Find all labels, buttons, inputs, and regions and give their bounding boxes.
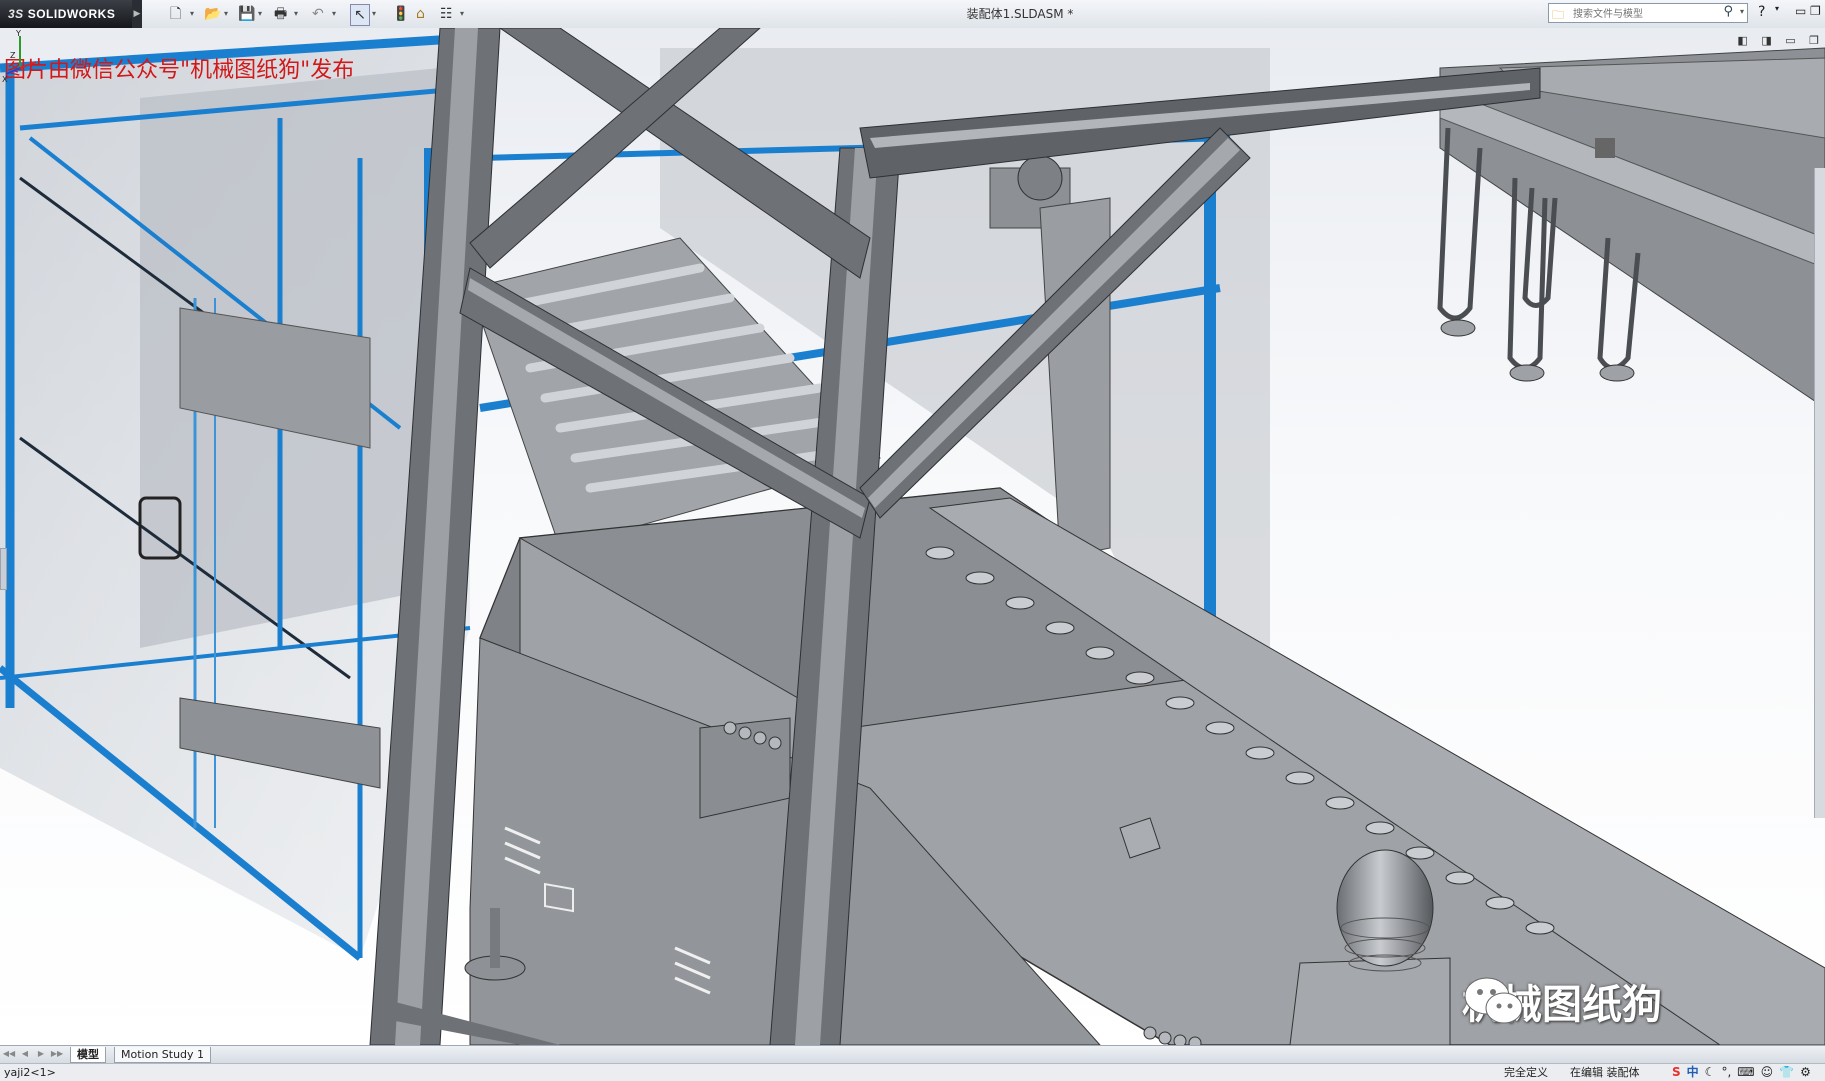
- svg-text:X: X: [2, 75, 8, 82]
- graphics-area[interactable]: 图片由微信公众号"机械图纸狗"发布 ◧ ◨ ▭ ❐ Y Z X 机械图纸狗: [0, 28, 1825, 1045]
- prev-tab-arrow-icon[interactable]: ◀: [18, 1048, 32, 1060]
- undo-dropdown-icon[interactable]: ▾: [332, 4, 336, 24]
- first-tab-arrow-icon[interactable]: ◀◀: [2, 1048, 16, 1060]
- print-icon[interactable]: 🖶: [274, 4, 287, 24]
- bottom-tab-strip: ◀◀ ◀ ▶ ▶▶ 模型 Motion Study 1: [0, 1045, 1825, 1063]
- view-tile-icon[interactable]: ▭: [1785, 34, 1795, 47]
- open-dropdown-icon[interactable]: ▾: [224, 4, 228, 24]
- save-dropdown-icon[interactable]: ▾: [258, 4, 262, 24]
- help-button[interactable]: ?: [1758, 4, 1765, 20]
- watermark-text: 图片由微信公众号"机械图纸狗"发布: [4, 58, 355, 83]
- select-icon[interactable]: ↖: [350, 4, 370, 26]
- viewport-window-controls: ◧ ◨ ▭ ❐: [1727, 34, 1819, 47]
- document-title: 装配体1.SLDASM *: [966, 7, 1074, 21]
- brand-watermark: 机械图纸狗: [1462, 974, 1662, 1028]
- ime-tools-icon[interactable]: ⚙: [1800, 1064, 1811, 1081]
- print-dropdown-icon[interactable]: ▾: [294, 4, 298, 24]
- file-properties-icon[interactable]: ⌂: [416, 4, 425, 24]
- reference-triad-icon: Y Z X: [2, 29, 37, 82]
- task-pane-handle[interactable]: [1814, 168, 1825, 818]
- minimize-icon[interactable]: ▭: [1795, 4, 1806, 18]
- ime-logo-icon[interactable]: S: [1672, 1064, 1681, 1081]
- help-dropdown-icon[interactable]: ▾: [1775, 4, 1779, 13]
- ime-moon-icon[interactable]: ☾: [1705, 1064, 1716, 1081]
- new-dropdown-icon[interactable]: ▾: [190, 4, 194, 24]
- status-definition: 完全定义: [1504, 1066, 1548, 1079]
- restore-icon[interactable]: ❐: [1810, 4, 1821, 18]
- svg-text:Z: Z: [10, 51, 16, 60]
- rebuild-icon[interactable]: 🚦: [392, 4, 409, 24]
- view-maximize-icon[interactable]: ❐: [1809, 34, 1819, 47]
- tab-model[interactable]: 模型: [70, 1047, 106, 1063]
- solidworks-logo[interactable]: 3S SOLIDWORKS: [0, 0, 138, 28]
- open-icon[interactable]: 📂: [204, 4, 221, 24]
- search-icon[interactable]: ⚲: [1723, 4, 1733, 19]
- ime-keyboard-icon[interactable]: ⌨: [1737, 1064, 1754, 1081]
- new-icon[interactable]: 🗋: [170, 4, 181, 24]
- ime-punct-icon[interactable]: °,: [1721, 1064, 1731, 1081]
- last-tab-arrow-icon[interactable]: ▶▶: [50, 1048, 64, 1060]
- search-dropdown-icon[interactable]: ▾: [1740, 7, 1744, 16]
- options-icon[interactable]: ☷: [440, 4, 453, 24]
- status-selected-part: yaji2<1>: [4, 1066, 56, 1079]
- options-dropdown-icon[interactable]: ▾: [460, 4, 464, 24]
- svg-text:Y: Y: [15, 29, 21, 38]
- title-bar: 3S SOLIDWORKS ▶ 🗋 ▾ 📂 ▾ 💾 ▾ 🖶 ▾ ↶ ▾ ↖ ▾ 🚦…: [0, 0, 1825, 29]
- next-tab-arrow-icon[interactable]: ▶: [34, 1048, 48, 1060]
- view-next-icon[interactable]: ◨: [1761, 34, 1771, 47]
- undo-icon[interactable]: ↶: [312, 4, 324, 24]
- save-icon[interactable]: 💾: [238, 4, 255, 24]
- status-editing: 在编辑 装配体: [1570, 1066, 1640, 1079]
- search-input[interactable]: [1571, 5, 1715, 23]
- ime-language[interactable]: 中: [1687, 1064, 1699, 1081]
- status-bar: yaji2<1> 完全定义 在编辑 装配体 S 中 ☾ °, ⌨ ☺ 👕 ⚙: [0, 1063, 1825, 1081]
- ime-toolbar[interactable]: S 中 ☾ °, ⌨ ☺ 👕 ⚙: [1672, 1064, 1811, 1081]
- feature-manager-collapse-handle[interactable]: [0, 548, 7, 590]
- assembly-model[interactable]: [0, 28, 1825, 1045]
- tab-motion-study[interactable]: Motion Study 1: [114, 1047, 212, 1063]
- menu-expand-arrow-icon[interactable]: ▶: [132, 0, 142, 28]
- folder-icon: 🗀: [1552, 8, 1565, 22]
- search-box[interactable]: 🗀 ⚲ ▾: [1548, 3, 1748, 23]
- ime-user-icon[interactable]: ☺: [1761, 1064, 1774, 1081]
- ime-skin-icon[interactable]: 👕: [1779, 1064, 1794, 1081]
- view-prev-icon[interactable]: ◧: [1737, 34, 1747, 47]
- select-dropdown-icon[interactable]: ▾: [372, 4, 376, 24]
- wechat-icon: [1464, 977, 1523, 1024]
